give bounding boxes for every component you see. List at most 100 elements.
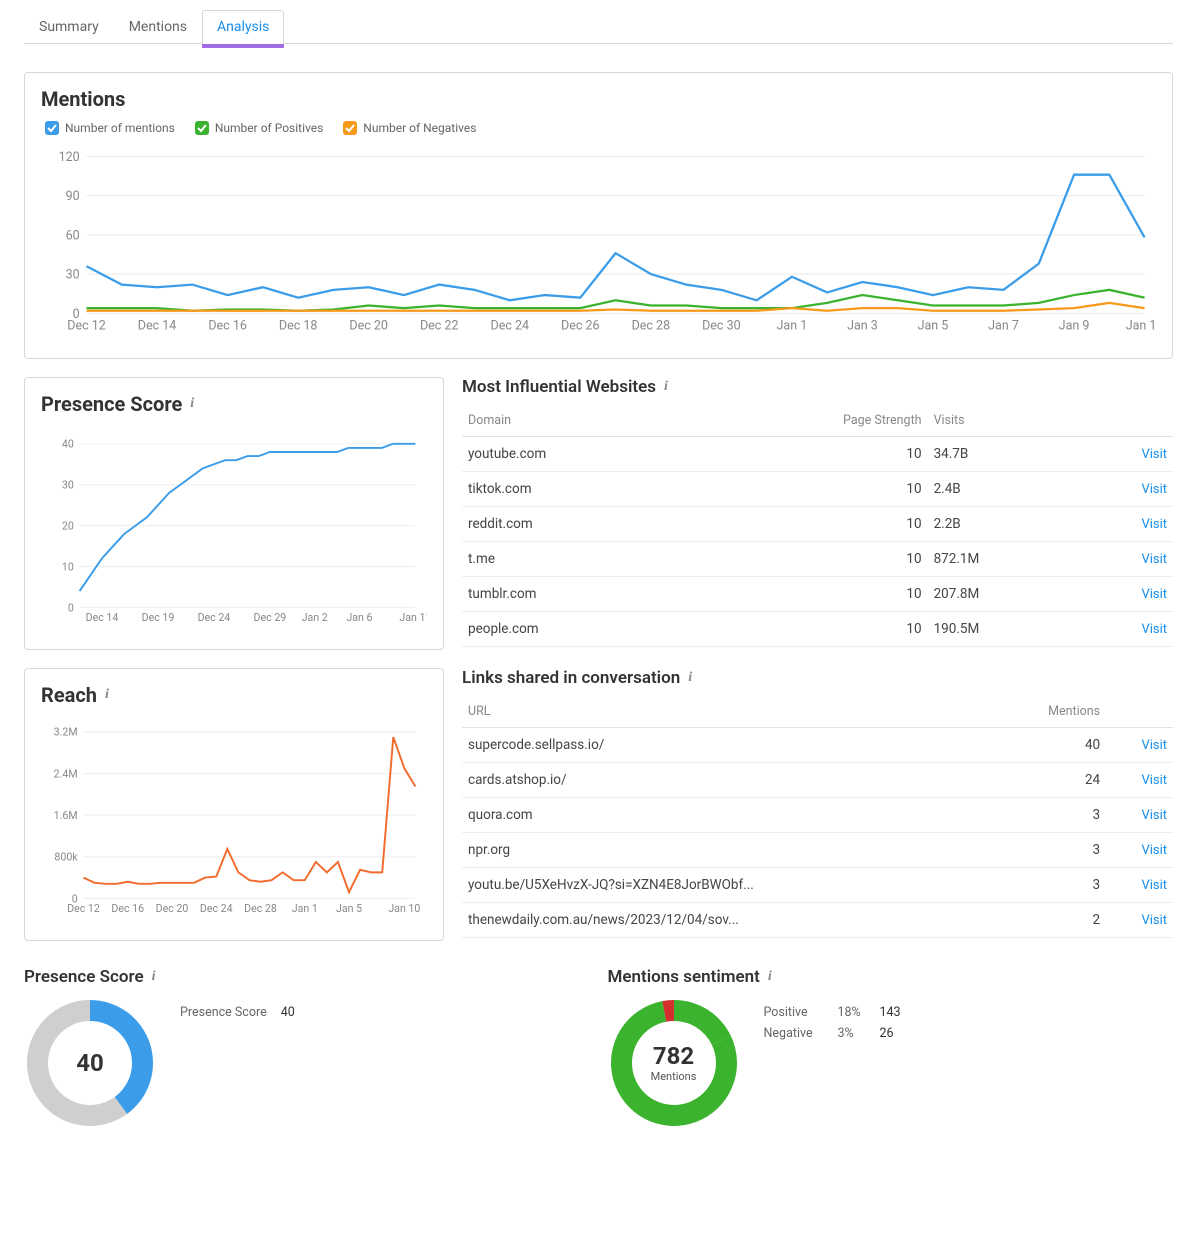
cell-visits: 2.4B — [928, 472, 1077, 507]
svg-text:10: 10 — [62, 561, 74, 574]
cell-strength: 10 — [694, 472, 927, 507]
visit-link[interactable]: Visit — [1141, 622, 1167, 637]
tabs: Summary Mentions Analysis — [24, 10, 1173, 44]
legend-positives[interactable]: Number of Positives — [195, 121, 323, 135]
svg-text:Dec 19: Dec 19 — [142, 611, 175, 624]
svg-text:Dec 24: Dec 24 — [198, 611, 231, 624]
tab-analysis[interactable]: Analysis — [202, 10, 284, 44]
presence-panel: Presence Score i 010203040Dec 14Dec 19De… — [24, 377, 444, 650]
presence-title-text: Presence Score — [41, 392, 182, 416]
cell-url: quora.com — [462, 798, 992, 833]
influential-table: Domain Page Strength Visits youtube.com … — [462, 405, 1173, 647]
svg-text:Dec 16: Dec 16 — [111, 902, 144, 915]
svg-text:Jan 5: Jan 5 — [918, 318, 949, 333]
svg-text:30: 30 — [66, 268, 80, 283]
table-row: reddit.com 10 2.2B Visit — [462, 507, 1173, 542]
legend-label: Number of Positives — [215, 121, 323, 135]
svg-text:20: 20 — [62, 520, 74, 533]
cell-strength: 10 — [694, 577, 927, 612]
check-icon — [195, 121, 209, 135]
reach-chart: 0800k1.6M2.4M3.2MDec 12Dec 16Dec 20Dec 2… — [41, 717, 427, 920]
visit-link[interactable]: Visit — [1141, 843, 1167, 858]
col-visits: Visits — [928, 405, 1077, 437]
visit-link[interactable]: Visit — [1141, 482, 1167, 497]
cell-visits: 2.2B — [928, 507, 1077, 542]
svg-text:Dec 20: Dec 20 — [349, 318, 388, 333]
legend-mentions[interactable]: Number of mentions — [45, 121, 175, 135]
table-row: tumblr.com 10 207.8M Visit — [462, 577, 1173, 612]
table-row: npr.org 3 Visit — [462, 833, 1173, 868]
svg-text:Jan 9: Jan 9 — [1059, 318, 1090, 333]
svg-text:40: 40 — [62, 438, 74, 451]
cell-url: supercode.sellpass.io/ — [462, 728, 992, 763]
visit-link[interactable]: Visit — [1141, 552, 1167, 567]
svg-text:Jan 1: Jan 1 — [777, 318, 808, 333]
svg-text:Jan 3: Jan 3 — [847, 318, 878, 333]
mentions-title: Mentions — [41, 87, 1156, 111]
svg-text:Dec 24: Dec 24 — [490, 318, 529, 333]
sentiment-donut-sub: Mentions — [651, 1070, 697, 1083]
svg-text:Dec 18: Dec 18 — [279, 318, 318, 333]
col-domain: Domain — [462, 405, 694, 437]
info-icon[interactable]: i — [664, 379, 668, 395]
visit-link[interactable]: Visit — [1141, 517, 1167, 532]
presence-chart: 010203040Dec 14Dec 19Dec 24Dec 29Jan 2Ja… — [41, 426, 427, 629]
info-icon[interactable]: i — [688, 670, 692, 686]
cell-mentions: 40 — [992, 728, 1106, 763]
svg-text:90: 90 — [66, 189, 80, 204]
visit-link[interactable]: Visit — [1141, 587, 1167, 602]
table-row: quora.com 3 Visit — [462, 798, 1173, 833]
sentiment-donut-value: 782 — [653, 1042, 694, 1070]
reach-title: Reach i — [41, 683, 427, 707]
table-row: youtu.be/U5XeHvzX-JQ?si=XZN4E8JorBWObf..… — [462, 868, 1173, 903]
svg-text:Jan 10: Jan 10 — [388, 902, 420, 915]
svg-text:Dec 28: Dec 28 — [632, 318, 671, 333]
svg-text:Jan 6: Jan 6 — [346, 611, 372, 624]
legend-label: Number of Negatives — [363, 121, 476, 135]
visit-link[interactable]: Visit — [1141, 738, 1167, 753]
mentions-chart: 0306090120Dec 12Dec 14Dec 16Dec 18Dec 20… — [41, 145, 1156, 338]
check-icon — [45, 121, 59, 135]
cell-domain: t.me — [462, 542, 694, 577]
svg-text:0: 0 — [68, 602, 74, 615]
svg-text:Dec 20: Dec 20 — [156, 902, 189, 915]
svg-text:2.4M: 2.4M — [54, 767, 78, 780]
visit-link[interactable]: Visit — [1141, 913, 1167, 928]
tab-summary[interactable]: Summary — [24, 10, 114, 43]
svg-text:Dec 12: Dec 12 — [67, 902, 100, 915]
cell-domain: reddit.com — [462, 507, 694, 542]
presence-donut-value: 40 — [76, 1049, 104, 1077]
table-row: people.com 10 190.5M Visit — [462, 612, 1173, 647]
cell-domain: tiktok.com — [462, 472, 694, 507]
svg-text:60: 60 — [66, 228, 80, 243]
presence-title: Presence Score i — [41, 392, 427, 416]
info-icon[interactable]: i — [105, 687, 109, 703]
cell-url: cards.atshop.io/ — [462, 763, 992, 798]
cell-mentions: 3 — [992, 868, 1106, 903]
info-icon[interactable]: i — [152, 969, 156, 985]
visit-link[interactable]: Visit — [1141, 447, 1167, 462]
sentiment-positive-count: 143 — [880, 1005, 901, 1020]
table-row: youtube.com 10 34.7B Visit — [462, 437, 1173, 472]
svg-text:Jan 2: Jan 2 — [302, 611, 328, 624]
presence-donut-legend-value: 40 — [281, 1005, 295, 1020]
visit-link[interactable]: Visit — [1141, 773, 1167, 788]
visit-link[interactable]: Visit — [1141, 808, 1167, 823]
svg-text:Dec 14: Dec 14 — [138, 318, 177, 333]
influential-title: Most Influential Websites i — [462, 377, 1173, 397]
info-icon[interactable]: i — [768, 969, 772, 985]
cell-visits: 207.8M — [928, 577, 1077, 612]
svg-text:Dec 26: Dec 26 — [561, 318, 600, 333]
cell-url: npr.org — [462, 833, 992, 868]
svg-text:Dec 16: Dec 16 — [208, 318, 247, 333]
visit-link[interactable]: Visit — [1141, 878, 1167, 893]
info-icon[interactable]: i — [190, 396, 194, 412]
presence-donut-title: Presence Score i — [24, 967, 590, 987]
svg-text:Jan 1: Jan 1 — [292, 902, 318, 915]
tab-mentions[interactable]: Mentions — [114, 10, 202, 43]
cell-strength: 10 — [694, 612, 927, 647]
legend-negatives[interactable]: Number of Negatives — [343, 121, 476, 135]
reach-panel: Reach i 0800k1.6M2.4M3.2MDec 12Dec 16Dec… — [24, 668, 444, 941]
svg-text:120: 120 — [59, 150, 80, 165]
sentiment-donut-title: Mentions sentiment i — [608, 967, 1174, 987]
